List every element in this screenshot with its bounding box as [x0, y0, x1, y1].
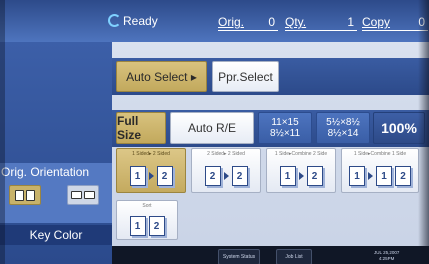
duplex-1-caption: 1 Sided▸ 2 Sided: [132, 151, 170, 157]
qty-value: 1: [347, 15, 354, 29]
orig-orientation-panel: Orig. Orientation: [0, 163, 112, 223]
doc-landscape-icon: [71, 191, 82, 199]
duplex-1-to-2-button[interactable]: 1 Sided▸ 2 Sided 1 2: [116, 148, 186, 193]
key-color-button[interactable]: Key Color: [0, 225, 112, 245]
system-status-button[interactable]: System Status: [218, 249, 260, 264]
screen-bezel-right: [418, 0, 429, 264]
sort-button[interactable]: Sort 1 2: [116, 200, 178, 240]
preset-ratio-1-button[interactable]: 11×15 8½×11: [258, 112, 312, 144]
ready-icon: [108, 14, 121, 27]
bottom-bar: System Status Job List JUL 25,2007 4:25P…: [112, 246, 429, 264]
arrow-right-icon: [298, 172, 304, 180]
arrow-right-icon: [368, 172, 373, 180]
left-panel: Orig. Orientation Key Color: [0, 42, 112, 264]
page-icon: 2: [148, 216, 165, 236]
orig-value: 0: [268, 15, 275, 29]
time-text: 4:25PM: [378, 256, 395, 261]
page-icon: 2: [231, 166, 248, 186]
duplex-4-caption: 1 Side▸Combine 1 Side: [353, 151, 407, 157]
screen-bezel-left: [0, 0, 5, 264]
full-size-button[interactable]: Full Size: [116, 112, 166, 144]
copier-screen: Ready Orig. 0 Qty. 1 Copy 0 Orig. Orient…: [0, 0, 429, 264]
combine-2-side-button[interactable]: 1 Side▸Combine 2 Side 1 2: [266, 148, 336, 193]
orientation-landscape-button[interactable]: [67, 185, 99, 205]
orientation-portrait-button[interactable]: [9, 185, 41, 205]
doc-landscape-icon: [84, 191, 95, 199]
page-icon: 1: [349, 166, 365, 186]
orig-orientation-title: Orig. Orientation: [1, 165, 90, 179]
auto-re-button[interactable]: Auto R/E: [170, 112, 254, 144]
page-icon: 1: [129, 166, 146, 186]
doc-portrait-icon: [26, 189, 35, 201]
preset2-bottom: 8½×14: [327, 128, 359, 139]
qty-label: Qty.: [285, 15, 307, 29]
preset2-top: 5½×8½: [326, 117, 360, 128]
page-icon: 2: [306, 166, 323, 186]
date-time: JUL 25,2007 4:25PM: [374, 250, 399, 262]
arrow-right-icon: [148, 172, 154, 180]
sort-caption: Sort: [142, 203, 152, 209]
arrow-right-icon: [223, 172, 229, 180]
duplex-2-to-2-button[interactable]: 2 Sided▸ 2 Sided 2 2: [191, 148, 261, 193]
job-list-button[interactable]: Job List: [276, 249, 312, 264]
preset1-top: 11×15: [271, 117, 299, 128]
status-bar: Ready Orig. 0 Qty. 1 Copy 0: [0, 0, 429, 42]
qty-counter[interactable]: Qty. 1: [285, 14, 357, 31]
duplex-2-caption: 2 Sided▸ 2 Sided: [207, 151, 245, 157]
doc-portrait-icon: [15, 189, 24, 201]
page-icon: 2: [395, 166, 411, 186]
page-icon: 1: [376, 166, 392, 186]
page-icon: 2: [204, 166, 221, 186]
paper-select-button[interactable]: Ppr.Select: [212, 61, 279, 92]
page-icon: 2: [156, 166, 173, 186]
combine-1-side-button[interactable]: 1 Side▸Combine 1 Side 1 1 2: [341, 148, 419, 193]
ready-status: Ready: [108, 14, 158, 28]
orig-label: Orig.: [218, 15, 245, 29]
page-icon: 1: [279, 166, 296, 186]
ready-label: Ready: [123, 14, 158, 28]
preset-ratio-2-button[interactable]: 5½×8½ 8½×14: [316, 112, 370, 144]
preset1-bottom: 8½×11: [269, 128, 301, 139]
orig-counter[interactable]: Orig. 0: [218, 14, 278, 31]
duplex-3-caption: 1 Side▸Combine 2 Side: [274, 151, 328, 157]
copy-label: Copy: [362, 15, 391, 29]
page-icon: 1: [129, 216, 146, 236]
auto-select-button[interactable]: Auto Select ▸: [116, 61, 207, 92]
